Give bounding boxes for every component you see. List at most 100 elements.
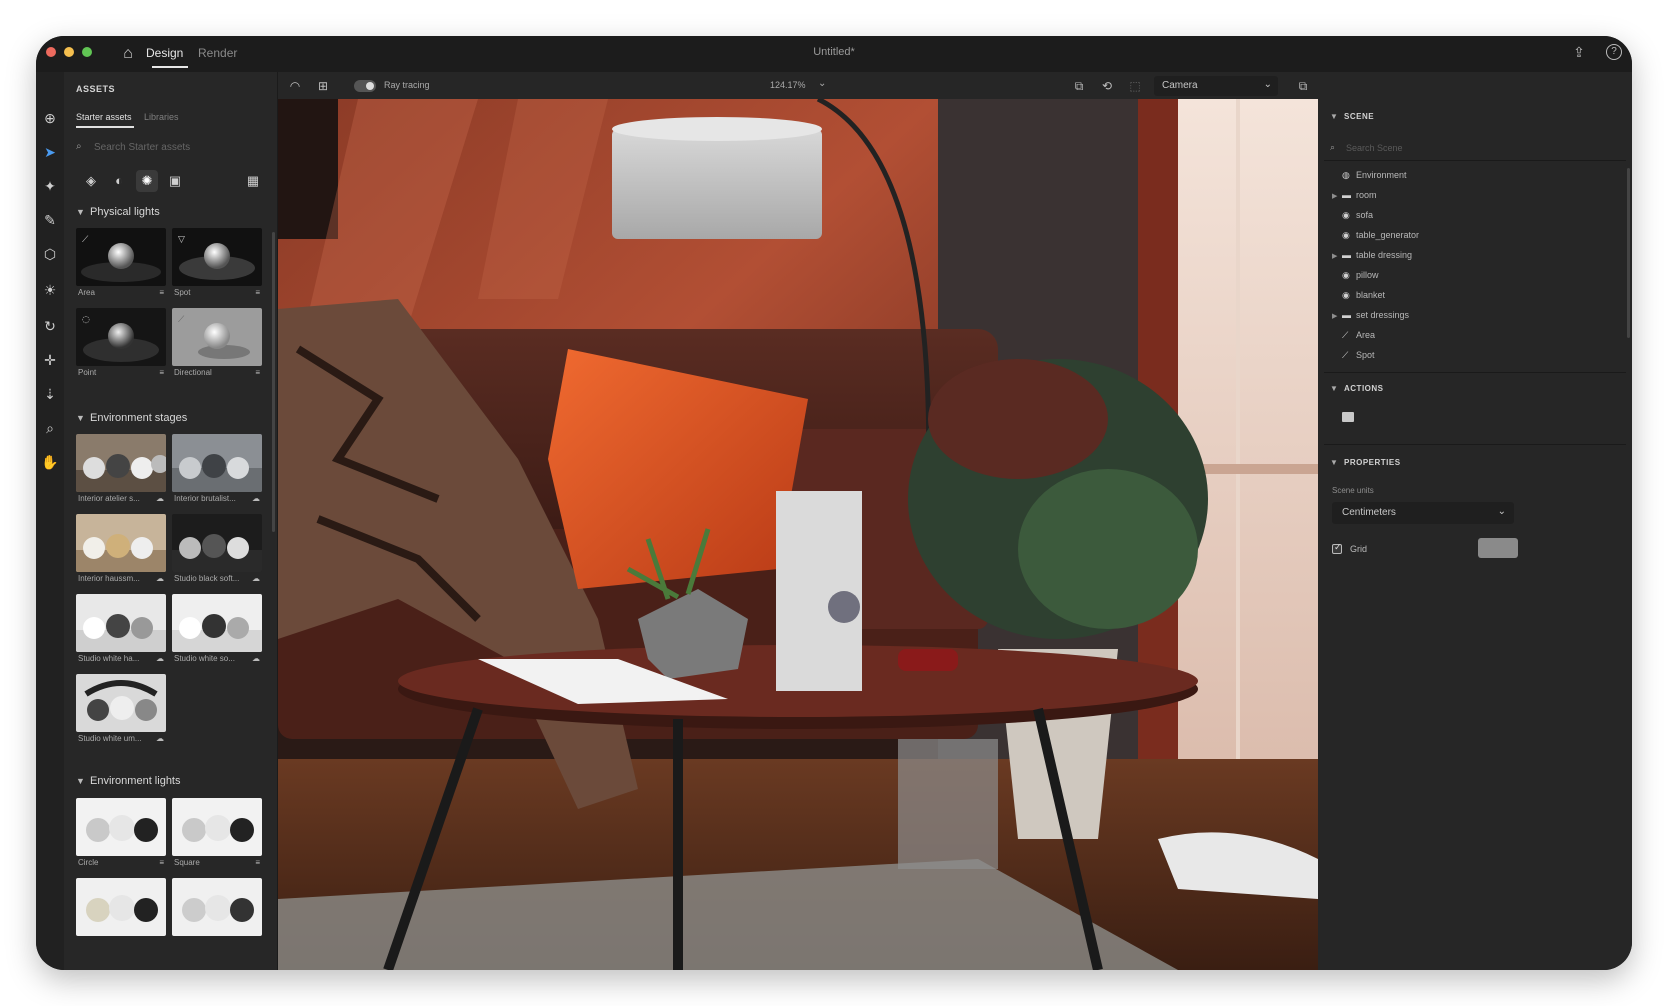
scene-item-set-dressings[interactable]: ▶ ▬ set dressings	[1332, 310, 1409, 320]
lights-filter-icon[interactable]: ✺	[136, 170, 158, 192]
cloud-icon: ☁	[156, 494, 164, 503]
asset-stage-item[interactable]: Studio white so... ☁	[172, 594, 262, 666]
tab-libraries[interactable]: Libraries	[144, 112, 179, 122]
scene-heading[interactable]: ▼ SCENE	[1330, 112, 1374, 121]
add-camera-icon[interactable]: ⧉	[1294, 77, 1312, 95]
move-icon[interactable]: ✛	[40, 350, 60, 370]
asset-spot-light[interactable]: ▽ Spot ≡	[172, 228, 262, 300]
svg-text:⟋: ⟋	[178, 315, 185, 325]
rotate-view-icon[interactable]: ⟲	[1098, 77, 1116, 95]
scene-units-select[interactable]: Centimeters ⌄	[1332, 502, 1514, 524]
asset-label: Point	[78, 368, 97, 377]
properties-heading[interactable]: ▼ PROPERTIES	[1330, 458, 1401, 467]
camera-select[interactable]: Camera ⌄	[1154, 76, 1278, 96]
asset-stage-item[interactable]: Studio white ha... ☁	[76, 594, 166, 666]
scene-item-sofa[interactable]: ◉ sofa	[1332, 210, 1373, 221]
chevron-down-icon[interactable]: ⌄	[818, 78, 826, 89]
chevron-right-icon[interactable]: ▶	[1332, 192, 1342, 200]
svg-text:▽: ▽	[178, 235, 185, 245]
cloud-icon: ☁	[252, 494, 260, 503]
asset-stage-item[interactable]: Studio white um... ☁	[76, 674, 166, 746]
section-environment-stages[interactable]: ▼ Environment stages	[76, 412, 187, 424]
assets-scrollbar[interactable]	[272, 232, 275, 532]
search-placeholder: Search Starter assets	[94, 142, 191, 153]
folder-icon[interactable]	[1342, 412, 1354, 422]
asset-thumbnail: ⟋	[172, 308, 262, 366]
scene-scrollbar[interactable]	[1627, 168, 1630, 338]
models-filter-icon[interactable]: ◈	[80, 170, 102, 192]
scene-item-area[interactable]: ⟋ Area	[1332, 330, 1375, 341]
scene-item-table-dressing[interactable]: ▶ ▬ table dressing	[1332, 250, 1412, 260]
download-icon: ≡	[255, 858, 260, 867]
sun-icon[interactable]: ☀	[40, 280, 60, 300]
actions-heading[interactable]: ▼ ACTIONS	[1330, 384, 1384, 393]
asset-env-light-circle[interactable]: Circle ≡	[76, 798, 166, 870]
asset-stage-item[interactable]: Studio black soft... ☁	[172, 514, 262, 586]
bookmark-camera-icon[interactable]: ⬚	[1126, 77, 1144, 95]
actions-heading-label: ACTIONS	[1344, 384, 1384, 393]
zoom-icon[interactable]: ⌕	[40, 418, 60, 438]
assets-search-input[interactable]: ⌕ Search Starter assets	[76, 138, 266, 158]
chevron-right-icon[interactable]: ▶	[1332, 312, 1342, 320]
scene-item-spot[interactable]: ⟋ Spot	[1332, 350, 1375, 361]
asset-env-light-square[interactable]: Square ≡	[172, 798, 262, 870]
tab-starter-assets[interactable]: Starter assets	[76, 112, 132, 122]
viewport[interactable]: ◠ ⊞ Ray tracing 124.17% ⌄ ⧉ ⟲ ⬚ Camera ⌄…	[278, 72, 1318, 970]
scene-item-blanket[interactable]: ◉ blanket	[1332, 290, 1385, 301]
camera-settings-icon[interactable]: ⊞	[314, 77, 332, 95]
asset-thumbnail	[172, 434, 262, 492]
render-view[interactable]	[278, 99, 1318, 970]
magic-wand-icon[interactable]: ✦	[40, 176, 60, 196]
materials-filter-icon[interactable]: ◐	[108, 170, 130, 192]
model-icon: ◉	[1342, 210, 1350, 220]
section-physical-lights[interactable]: ▼ Physical lights	[76, 206, 160, 218]
grid-view-icon[interactable]: ▦	[242, 170, 264, 192]
help-icon[interactable]: ?	[1606, 44, 1622, 60]
scene-item-pillow[interactable]: ◉ pillow	[1332, 270, 1379, 281]
asset-directional-light[interactable]: ⟋ Directional ≡	[172, 308, 262, 380]
scene-search-input[interactable]: ⌕ Search Scene	[1330, 140, 1510, 158]
orbit-icon[interactable]: ↻	[40, 316, 60, 336]
asset-stage-item[interactable]: Interior brutalist... ☁	[172, 434, 262, 506]
cloud-icon: ☁	[156, 654, 164, 663]
asset-area-light[interactable]: ⟋ Area ≡	[76, 228, 166, 300]
asset-thumbnail	[172, 798, 262, 856]
scene-item-environment[interactable]: ◍ Environment	[1332, 170, 1407, 181]
box-icon[interactable]: ⬡	[40, 244, 60, 264]
hand-icon[interactable]: ✋	[40, 452, 60, 472]
eyedropper-icon[interactable]: ✎	[40, 210, 60, 230]
share-icon[interactable]: ⇪	[1570, 44, 1588, 62]
asset-thumbnail	[76, 674, 166, 732]
cloud-icon: ☁	[252, 574, 260, 583]
scene-item-room[interactable]: ▶ ▬ room	[1332, 190, 1377, 200]
chevron-down-icon: ▼	[76, 413, 85, 423]
asset-label: Circle	[78, 858, 99, 867]
section-environment-lights[interactable]: ▼ Environment lights	[76, 775, 181, 787]
images-filter-icon[interactable]: ▣	[164, 170, 186, 192]
download-icon: ≡	[159, 288, 164, 297]
asset-stage-item[interactable]: Interior atelier s... ☁	[76, 434, 166, 506]
frame-icon[interactable]: ⧉	[1070, 77, 1088, 95]
asset-point-light[interactable]: ◌ Point ≡	[76, 308, 166, 380]
scene-item-table-generator[interactable]: ◉ table_generator	[1332, 230, 1419, 241]
asset-stage-item[interactable]: Interior haussm... ☁	[76, 514, 166, 586]
dolly-icon[interactable]: ⇣	[40, 384, 60, 404]
grid-color-swatch[interactable]	[1478, 538, 1518, 558]
properties-heading-label: PROPERTIES	[1344, 458, 1401, 467]
asset-env-light-item[interactable]	[76, 878, 166, 950]
assets-panel: ASSETS Starter assets Libraries ⌕ Search…	[64, 72, 278, 970]
asset-env-light-item[interactable]	[172, 878, 262, 950]
folder-icon: ▬	[1342, 250, 1351, 260]
asset-label: Studio white ha...	[78, 654, 140, 663]
zoom-level[interactable]: 124.17%	[770, 80, 806, 90]
grid-checkbox[interactable]	[1332, 542, 1342, 554]
asset-label: Interior haussm...	[78, 574, 140, 583]
add-icon[interactable]: ⊕	[40, 108, 60, 128]
active-tab-indicator	[152, 66, 188, 68]
chevron-right-icon[interactable]: ▶	[1332, 252, 1342, 260]
ray-tracing-toggle[interactable]	[354, 80, 376, 92]
divider	[1324, 444, 1626, 445]
performance-icon[interactable]: ◠	[286, 77, 304, 95]
svg-text:⟋: ⟋	[82, 235, 89, 245]
select-arrow-icon[interactable]: ➤	[40, 142, 60, 162]
